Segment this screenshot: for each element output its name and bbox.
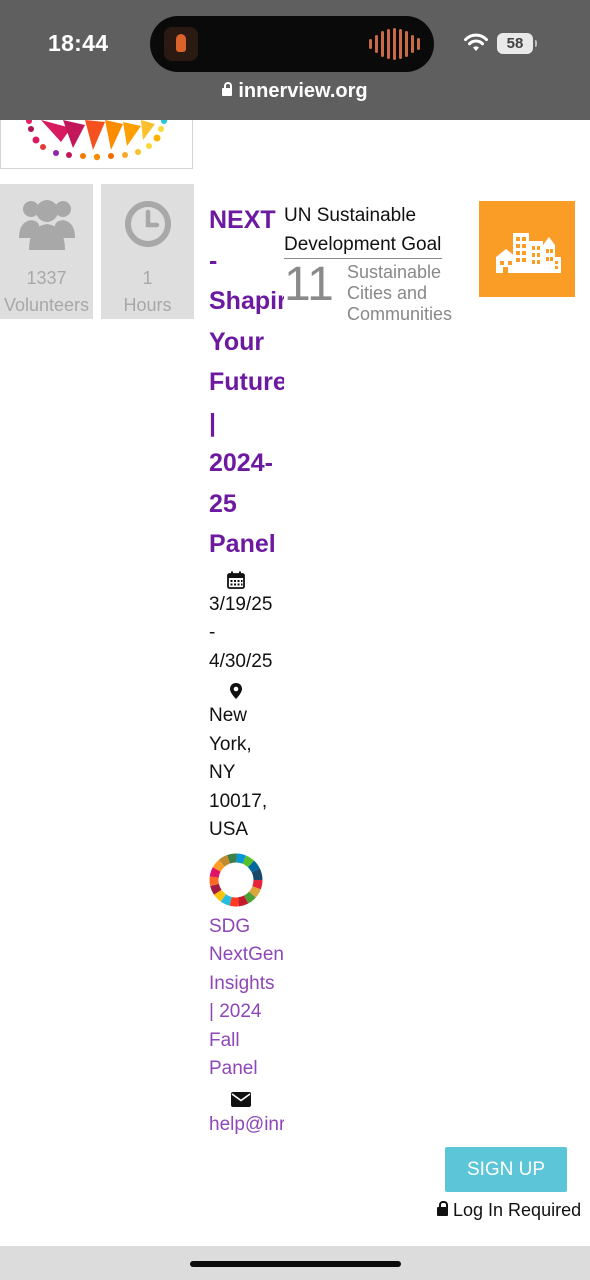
hours-stat: 1 Hours bbox=[101, 184, 194, 319]
battery-indicator: 58 bbox=[497, 33, 537, 54]
audio-waveform-icon bbox=[369, 28, 420, 60]
dynamic-island[interactable] bbox=[150, 16, 434, 72]
city-buildings-icon bbox=[496, 233, 561, 273]
envelope-icon bbox=[231, 1092, 251, 1108]
browser-top-bar: 18:44 58 innerview.org bbox=[0, 0, 590, 120]
volunteers-stat: 1337 Volunteers bbox=[0, 184, 93, 319]
volunteers-label: Volunteers bbox=[3, 295, 90, 315]
wifi-icon bbox=[464, 33, 488, 51]
hours-label: Hours bbox=[123, 295, 172, 315]
event-location: New York, NY 10017, USA bbox=[209, 705, 268, 840]
event-dates: 3/19/25 - 4/30/25 bbox=[209, 593, 273, 672]
clock-icon bbox=[124, 201, 171, 247]
users-icon bbox=[18, 200, 75, 250]
map-pin-icon bbox=[230, 683, 242, 699]
hours-count: 1 bbox=[142, 268, 153, 288]
calendar-icon bbox=[227, 571, 245, 589]
lock-icon bbox=[437, 1201, 448, 1216]
url-text: innerview.org bbox=[238, 80, 368, 102]
sign-up-button[interactable]: SIGN UP bbox=[445, 1147, 567, 1192]
organization-link[interactable]: SDG NextGen Insights | 2024 Fall Panel bbox=[209, 913, 284, 1085]
event-details: NEXT - Shapir Your Future | 2024- 25 Pan… bbox=[209, 200, 284, 1140]
sdg-11-tile[interactable] bbox=[479, 201, 575, 297]
login-required-text: Log In Required bbox=[453, 1200, 582, 1220]
volunteers-count: 1337 bbox=[26, 268, 67, 288]
address-bar[interactable]: innerview.org bbox=[0, 80, 590, 103]
site-logo[interactable] bbox=[0, 120, 193, 169]
sdg-heading: UN Sustainable Development Goal bbox=[284, 205, 442, 255]
sdg-number: 11 bbox=[284, 258, 334, 311]
sdg-wheel-logo[interactable] bbox=[209, 853, 263, 907]
people-circle-logo bbox=[26, 120, 167, 161]
contact-email-link[interactable]: help@inr bbox=[209, 1111, 284, 1140]
event-title[interactable]: NEXT - Shapir Your Future | 2024- 25 Pan… bbox=[209, 200, 284, 565]
now-playing-app-icon bbox=[164, 27, 198, 61]
status-time: 18:44 bbox=[48, 30, 109, 56]
home-indicator[interactable] bbox=[190, 1261, 401, 1267]
lock-icon bbox=[222, 82, 233, 96]
sdg-goal-name: Sustainable Cities and Communities bbox=[347, 262, 453, 324]
login-required-note: Log In Required bbox=[437, 1200, 581, 1221]
